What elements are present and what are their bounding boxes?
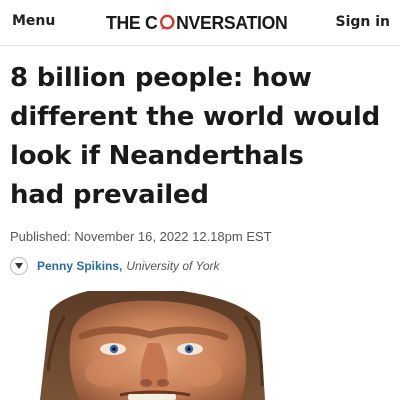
sign-in-button[interactable]: Sign in: [335, 14, 390, 30]
chevron-down-icon: [15, 263, 23, 269]
author-separator: ,: [119, 259, 123, 273]
headline-line: different the world would: [10, 102, 381, 132]
neanderthal-face-illustration: [40, 291, 265, 400]
author-expand-button[interactable]: [10, 257, 28, 275]
article-headline: 8 billion people: how different the worl…: [10, 59, 395, 215]
logo-text-end: NVERSATION: [176, 13, 288, 33]
headline-line: 8 billion people: how: [10, 63, 312, 93]
author-byline: Penny Spikins, University of York: [10, 256, 220, 276]
article-hero-image: [10, 291, 390, 400]
the-conversation-logo[interactable]: THE C NVERSATION: [106, 11, 288, 35]
published-date: Published: November 16, 2022 12.18pm EST: [10, 229, 272, 244]
author-name-link[interactable]: Penny Spikins: [37, 259, 119, 273]
menu-button[interactable]: Menu: [12, 13, 55, 29]
top-navigation-bar: Menu THE C NVERSATION Sign in: [0, 0, 400, 46]
headline-line: look if Neanderthals: [10, 141, 304, 171]
headline-line: had prevailed: [10, 180, 209, 210]
logo-text-start: THE C: [106, 13, 158, 33]
speech-bubble-o-icon: [158, 14, 175, 31]
author-affiliation: University of York: [126, 259, 220, 273]
